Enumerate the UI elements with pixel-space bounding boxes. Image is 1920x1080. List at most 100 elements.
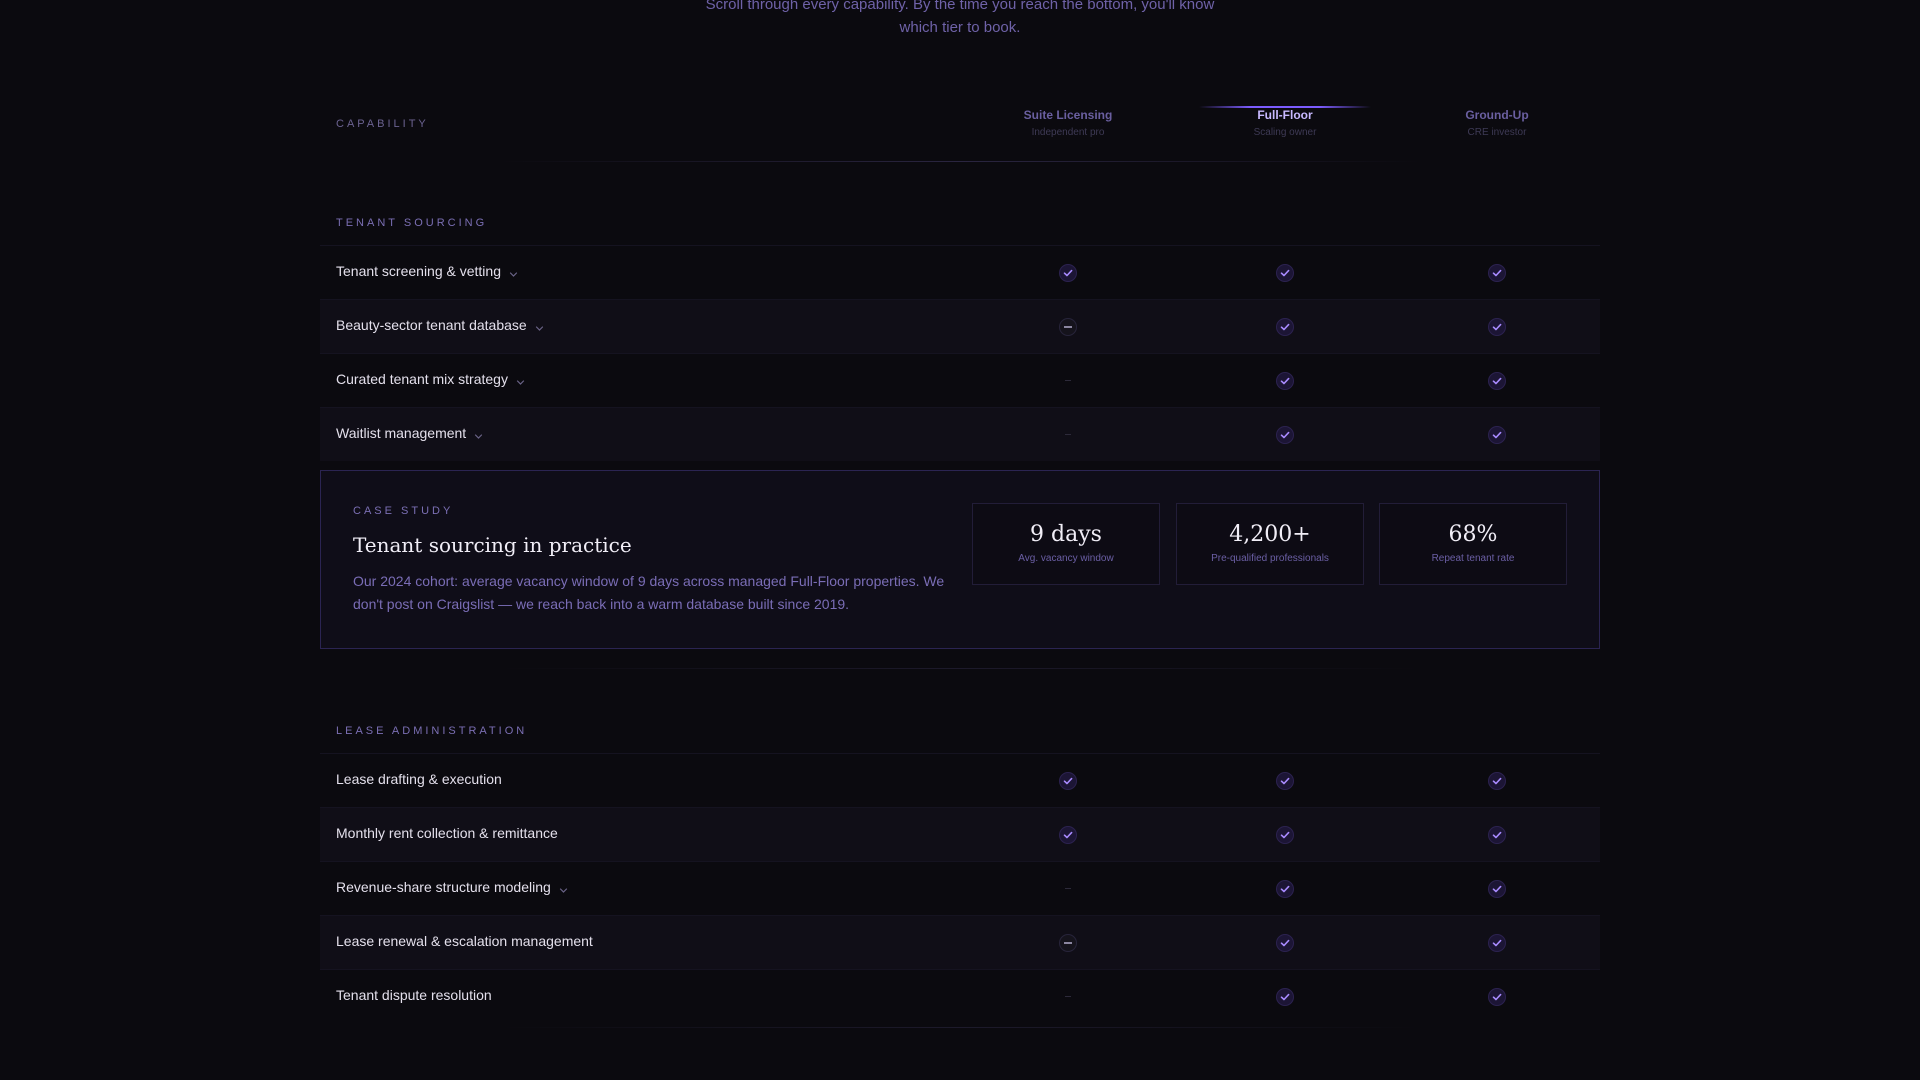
- tier-name: Ground-Up: [1465, 108, 1529, 122]
- table-row[interactable]: Waitlist management: [320, 407, 1600, 461]
- stat-card: 4,200+ Pre-qualified professionals: [1176, 503, 1364, 585]
- stat-label: Repeat tenant rate: [1431, 553, 1515, 564]
- tier-name: Suite Licensing: [1023, 108, 1113, 122]
- tier-suite-licensing: Suite Licensing Independent pro: [968, 108, 1168, 138]
- tier-availability: [1059, 934, 1077, 952]
- stat-card: 9 days Avg. vacancy window: [972, 503, 1160, 585]
- intro-text: Scroll through every capability. By the …: [0, 0, 1920, 39]
- table-header: CAPABILITY Suite Licensing Independent p…: [320, 86, 1600, 162]
- section-title-lease-administration: LEASE ADMINISTRATION: [336, 725, 528, 737]
- table-row[interactable]: Curated tenant mix strategy: [320, 353, 1600, 407]
- intro-line-2: which tier to book.: [899, 19, 1021, 36]
- check-icon: [1276, 826, 1294, 844]
- tier-availability: [1488, 372, 1506, 390]
- section-rows: Lease drafting & execution Monthly rent c…: [320, 753, 1600, 1023]
- table-row: Lease drafting & execution: [320, 753, 1600, 807]
- chevron-down-icon[interactable]: [535, 320, 544, 331]
- row-label-text: Monthly rent collection & remittance: [336, 825, 558, 841]
- tier-availability: [1488, 880, 1506, 898]
- section-divider: [500, 668, 1420, 669]
- tier-availability: [1276, 772, 1294, 790]
- chevron-down-icon[interactable]: [474, 428, 483, 439]
- tier-availability: [1059, 318, 1077, 336]
- check-icon: [1488, 880, 1506, 898]
- not-included-icon: [1059, 434, 1077, 435]
- check-icon: [1488, 264, 1506, 282]
- check-icon: [1276, 372, 1294, 390]
- check-icon: [1059, 826, 1077, 844]
- tier-availability: [1488, 318, 1506, 336]
- row-label-text: Beauty-sector tenant database: [336, 317, 527, 333]
- dash-icon: [1059, 934, 1077, 952]
- row-label-text: Tenant screening & vetting: [336, 263, 501, 279]
- row-label: Curated tenant mix strategy: [336, 371, 525, 387]
- stat-value: 9 days: [1030, 522, 1102, 547]
- featured-tier-indicator: [1199, 106, 1371, 108]
- check-icon: [1276, 772, 1294, 790]
- row-label: Beauty-sector tenant database: [336, 317, 544, 333]
- table-row[interactable]: Beauty-sector tenant database: [320, 299, 1600, 353]
- tier-availability: [1488, 934, 1506, 952]
- tier-availability: [1276, 988, 1294, 1006]
- tier-availability: [1059, 372, 1077, 390]
- tier-availability: [1488, 826, 1506, 844]
- tier-availability: [1276, 880, 1294, 898]
- tier-availability: [1059, 264, 1077, 282]
- dash-icon: [1059, 318, 1077, 336]
- check-icon: [1488, 826, 1506, 844]
- case-study-body: Our 2024 cohort: average vacancy window …: [353, 573, 945, 612]
- row-label: Lease renewal & escalation management: [336, 933, 593, 949]
- check-icon: [1488, 426, 1506, 444]
- not-included-icon: [1059, 380, 1077, 381]
- check-icon: [1276, 426, 1294, 444]
- tier-availability: [1276, 372, 1294, 390]
- chevron-down-icon[interactable]: [516, 374, 525, 385]
- section-rows: Tenant screening & vetting Beauty-sector …: [320, 245, 1600, 461]
- row-label-text: Curated tenant mix strategy: [336, 371, 508, 387]
- tier-availability: [1059, 826, 1077, 844]
- tier-full-floor: Full-Floor Scaling owner: [1185, 106, 1385, 138]
- table-row[interactable]: Revenue-share structure modeling: [320, 861, 1600, 915]
- tier-availability: [1276, 426, 1294, 444]
- row-label: Tenant dispute resolution: [336, 987, 492, 1003]
- row-label: Monthly rent collection & remittance: [336, 825, 558, 841]
- tier-subtitle: Independent pro: [1031, 127, 1105, 138]
- tier-ground-up: Ground-Up CRE investor: [1397, 108, 1597, 138]
- case-study-eyebrow: CASE STUDY: [353, 505, 454, 517]
- tier-availability: [1276, 318, 1294, 336]
- tier-availability: [1276, 934, 1294, 952]
- table-row[interactable]: Tenant screening & vetting: [320, 245, 1600, 299]
- tier-availability: [1059, 988, 1077, 1006]
- row-label: Waitlist management: [336, 425, 483, 441]
- check-icon: [1276, 318, 1294, 336]
- chevron-down-icon[interactable]: [559, 882, 568, 893]
- row-label: Revenue-share structure modeling: [336, 879, 568, 895]
- table-bottom-divider: [500, 1027, 1420, 1028]
- chevron-down-icon[interactable]: [509, 266, 518, 277]
- case-study-title: Tenant sourcing in practice: [353, 533, 632, 557]
- not-included-icon: [1059, 996, 1077, 997]
- tier-availability: [1276, 826, 1294, 844]
- tier-availability: [1488, 988, 1506, 1006]
- check-icon: [1488, 934, 1506, 952]
- intro-line-1: Scroll through every capability. By the …: [705, 0, 1215, 13]
- row-label-text: Lease renewal & escalation management: [336, 933, 593, 949]
- stat-label: Avg. vacancy window: [1018, 553, 1114, 564]
- case-study-card: CASE STUDY Tenant sourcing in practice O…: [320, 470, 1600, 649]
- table-row: Lease renewal & escalation management: [320, 915, 1600, 969]
- check-icon: [1276, 988, 1294, 1006]
- tier-availability: [1276, 264, 1294, 282]
- tier-name: Full-Floor: [1257, 108, 1313, 122]
- check-icon: [1488, 372, 1506, 390]
- capability-column-label: CAPABILITY: [336, 118, 429, 130]
- not-included-icon: [1059, 888, 1077, 889]
- table-row: Tenant dispute resolution: [320, 969, 1600, 1023]
- check-icon: [1488, 772, 1506, 790]
- section-title-tenant-sourcing: TENANT SOURCING: [336, 217, 488, 229]
- tier-subtitle: CRE investor: [1467, 127, 1527, 138]
- row-label: Lease drafting & execution: [336, 771, 502, 787]
- table-row: Monthly rent collection & remittance: [320, 807, 1600, 861]
- row-label: Tenant screening & vetting: [336, 263, 518, 279]
- check-icon: [1059, 772, 1077, 790]
- tier-availability: [1488, 426, 1506, 444]
